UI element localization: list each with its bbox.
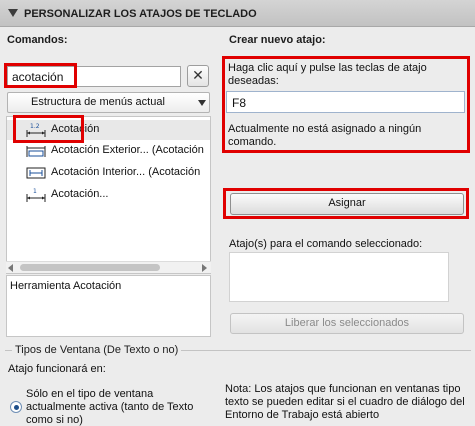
linear-dimension-icon: 1.2 <box>26 123 46 137</box>
svg-text:1: 1 <box>33 188 37 195</box>
assigned-shortcuts-list[interactable] <box>229 252 449 302</box>
command-description: Herramienta Acotación <box>6 275 211 337</box>
command-search-input[interactable]: acotación <box>7 66 181 87</box>
commands-label: Comandos: <box>7 34 68 46</box>
scrollbar-thumb[interactable] <box>20 264 160 271</box>
active-window-radio-label[interactable]: Sólo en el tipo de ventana actualmente a… <box>26 388 212 426</box>
dimension-settings-icon: 1 <box>26 188 46 202</box>
command-list-item[interactable]: Acotación Exterior... (Acotación <box>7 141 210 161</box>
assigned-shortcuts-label: Atajo(s) para el comando seleccionado: <box>229 238 423 250</box>
close-icon: ✕ <box>192 67 204 83</box>
new-shortcut-label: Crear nuevo atajo: <box>229 34 326 46</box>
window-types-note: Nota: Los atajos que funcionan en ventan… <box>225 383 465 421</box>
shortcut-status: Actualmente no está asignado a ningún co… <box>228 123 422 148</box>
assign-button[interactable]: Asignar <box>230 193 464 215</box>
command-label: Acotación... <box>51 188 109 200</box>
active-window-radio[interactable] <box>10 401 22 413</box>
assigned-list-scrollbar[interactable] <box>449 252 463 302</box>
command-list-item[interactable]: Acotación Interior... (Acotación <box>7 163 210 183</box>
scroll-left-icon[interactable] <box>8 264 13 272</box>
dropdown-selected-value: Estructura de menús actual <box>31 96 165 108</box>
command-list-item[interactable]: 1 Acotación... <box>7 185 210 205</box>
window-types-title: Tipos de Ventana (De Texto o no) <box>12 344 182 356</box>
collapse-triangle-icon[interactable] <box>8 9 18 17</box>
scroll-right-icon[interactable] <box>202 264 207 272</box>
works-in-label: Atajo funcionará en: <box>8 363 106 375</box>
svg-text:1.2: 1.2 <box>30 123 40 130</box>
menu-structure-dropdown[interactable]: Estructura de menús actual <box>7 92 210 113</box>
command-list-item[interactable]: 1.2 Acotación <box>7 120 210 140</box>
section-header[interactable]: PERSONALIZAR LOS ATAJOS DE TECLADO <box>0 0 475 27</box>
exterior-dimension-icon <box>26 146 46 157</box>
shortcut-key-input[interactable]: F8 <box>226 91 465 113</box>
command-label: Acotación <box>51 123 100 135</box>
command-label: Acotación Exterior... (Acotación <box>51 144 204 156</box>
shortcut-hint: Haga clic aquí y pulse las teclas de ata… <box>228 62 427 87</box>
command-label: Acotación Interior... (Acotación <box>51 166 201 178</box>
radio-selected-dot <box>14 405 19 410</box>
release-selected-button[interactable]: Liberar los seleccionados <box>230 313 464 334</box>
clear-search-button[interactable]: ✕ <box>187 65 209 87</box>
interior-dimension-icon <box>26 167 46 179</box>
command-list[interactable]: 1.2 Acotación Acotación Exterior... (Aco… <box>6 116 211 274</box>
command-list-scrollbar[interactable] <box>6 261 211 273</box>
section-title: PERSONALIZAR LOS ATAJOS DE TECLADO <box>24 8 257 20</box>
chevron-down-icon <box>198 100 206 106</box>
